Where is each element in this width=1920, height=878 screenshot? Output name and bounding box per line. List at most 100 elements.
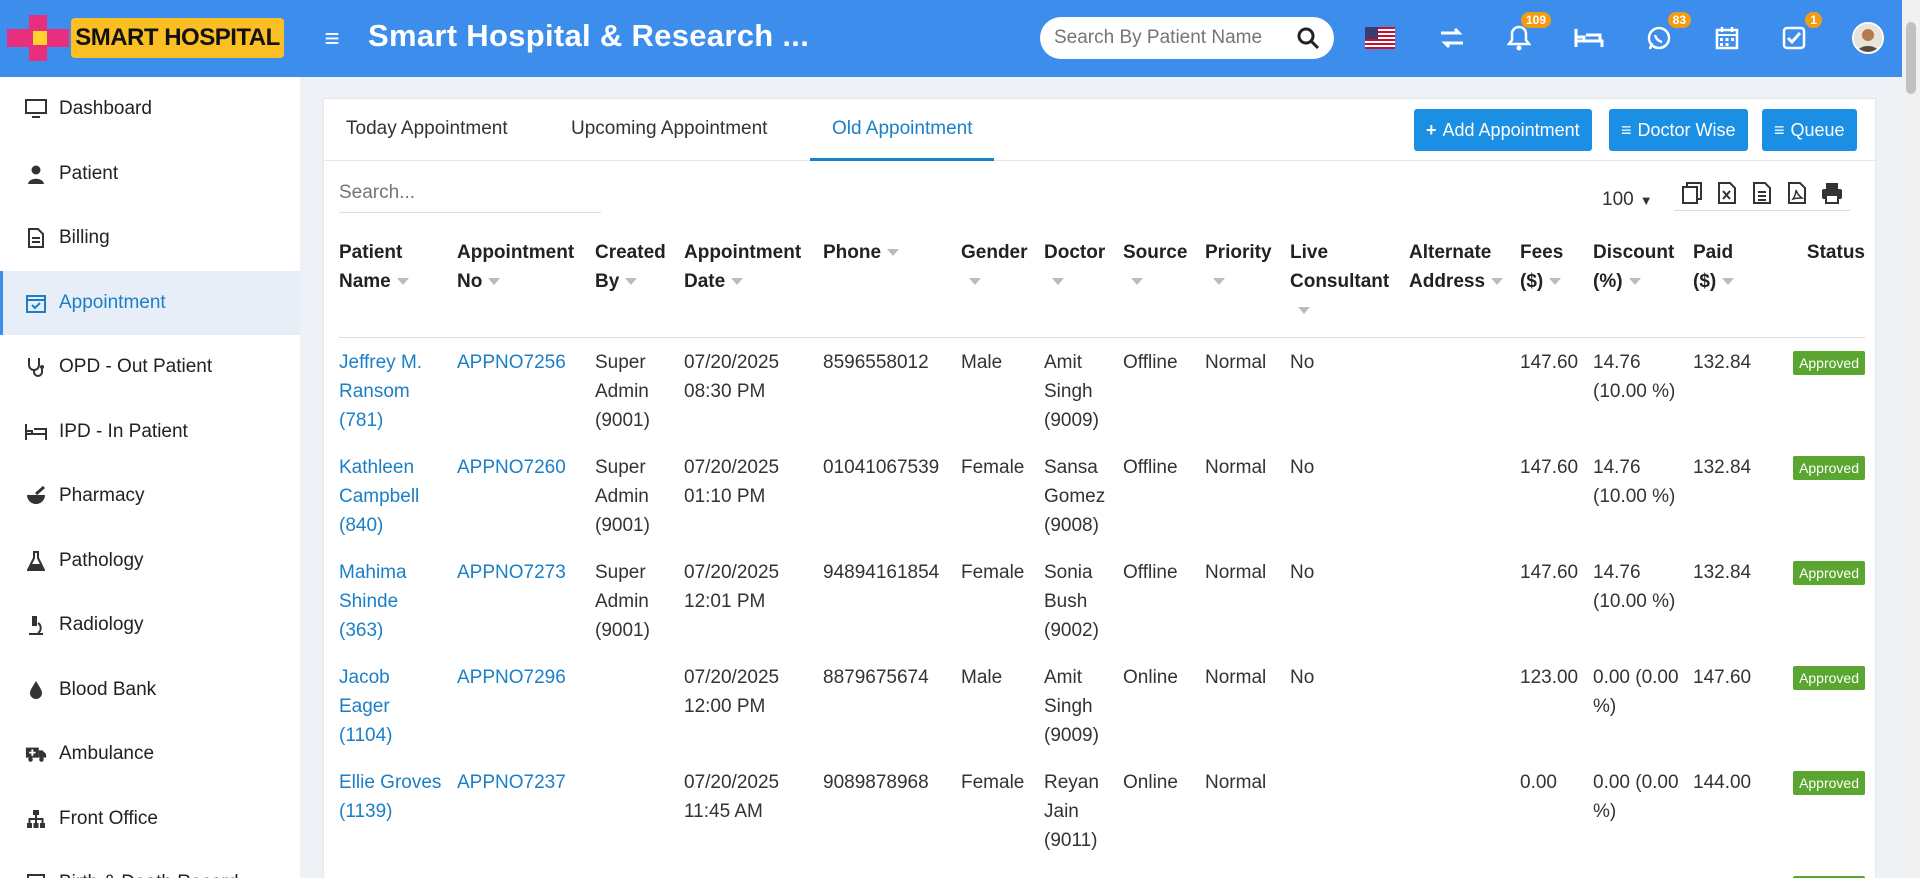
sidebar-item-label: IPD - In Patient [59,420,188,442]
cell-patient-name[interactable]: Mahima Shinde (363) [339,548,457,653]
col-created-by[interactable]: Created By [595,232,684,338]
bell-icon[interactable]: 109 [1503,12,1551,54]
us-flag-icon[interactable] [1364,22,1396,54]
col-status[interactable]: Status [1771,232,1865,338]
sidebar-item-dashboard[interactable]: Dashboard [0,77,300,142]
sidebar-item-pathology[interactable]: Pathology [0,529,300,594]
cell-source: Offline [1123,863,1205,878]
bed-icon[interactable] [1573,22,1605,54]
copy-icon[interactable] [1680,181,1704,205]
user-avatar[interactable] [1852,22,1884,54]
col-source[interactable]: Source [1123,232,1205,338]
logo-text: SMART HOSPITAL [71,18,284,58]
sidebar-item-blood-bank[interactable]: Blood Bank [0,658,300,723]
col-paid[interactable]: Paid ($) [1693,232,1771,338]
tab-today-appointment[interactable]: Today Appointment [346,99,508,161]
queue-label: Queue [1790,119,1845,140]
cell-alternate-address [1409,338,1520,444]
add-appointment-button[interactable]: + Add Appointment [1414,109,1592,151]
col-phone[interactable]: Phone [823,232,961,338]
table-row[interactable]: Mahima Shinde (363) APPNO7273 Super Admin (900… [339,548,1865,653]
col-appointment-no[interactable]: Appointment No [457,232,595,338]
sidebar-item-radiology[interactable]: Radiology [0,593,300,658]
tab-old-appointment[interactable]: Old Appointment [810,99,995,161]
cell-priority: Normal [1205,772,1267,793]
task-checkbox-icon[interactable]: 1 [1778,12,1822,54]
queue-button[interactable]: ≡ Queue [1762,109,1857,151]
csv-icon[interactable] [1750,181,1774,205]
hamburger-menu-icon[interactable]: ≡ [318,24,346,52]
page-length-select[interactable]: 100 ▼ [1602,185,1670,215]
cell-alternate-address [1409,653,1520,758]
col-priority[interactable]: Priority [1205,232,1290,338]
cell-patient-name[interactable]: Jeffrey M. Ransom (781) [339,338,457,444]
sidebar-item-appointment[interactable]: Appointment [0,270,300,335]
cell-patient-name[interactable]: Jacob Eager (1104) [339,653,457,758]
print-icon[interactable] [1820,181,1844,205]
cell-appointment-date: 07/20/2025 12:00 PM [684,667,780,717]
cell-doctor: Sansa Gomez (9008) [1044,457,1106,536]
patient-search-box [1040,17,1334,59]
sidebar-item-opd-out-patient[interactable]: OPD - Out Patient [0,335,300,400]
sort-icon [488,278,501,286]
col-doctor[interactable]: Doctor [1044,232,1123,338]
sort-icon [625,278,638,286]
sidebar-item-front-office[interactable]: Front Office [0,787,300,852]
file-icon [25,227,47,249]
cell-discount: 14.76 (10.00 %) [1593,457,1676,507]
excel-icon[interactable] [1715,181,1739,205]
table-row[interactable]: Kathleen Campbell (840) APPNO7260 Super Admin… [339,443,1865,548]
cell-appointment-no[interactable]: APPNO7273 [457,548,595,653]
search-icon[interactable] [1296,26,1320,50]
cell-patient-name[interactable]: Kathleen Campbell (840) [339,443,457,548]
col-live-consultant[interactable]: Live Consultant [1290,232,1409,338]
cell-appointment-no[interactable]: APPNO7260 [457,443,595,548]
whatsapp-icon[interactable]: 83 [1643,12,1691,54]
calendar-icon[interactable] [1711,22,1743,54]
sidebar-item-birth-death-record[interactable]: Birth & Death Record [0,851,300,878]
table-search-input[interactable] [339,175,601,211]
sidebar-item-pharmacy[interactable]: Pharmacy [0,464,300,529]
table-row[interactable]: Ellie Groves (1139) APPNO7237 07/20/2025 11:… [339,758,1865,863]
appointment-card: Today Appointment Upcoming Appointment O… [323,98,1877,878]
page-scrollbar[interactable] [1902,0,1920,878]
sidebar-item-label: Dashboard [59,98,152,120]
table-row[interactable]: Jacob Eager (1104) APPNO7296 07/20/2025 12:00… [339,653,1865,758]
switch-arrows-icon[interactable] [1436,22,1468,54]
sidebar-item-billing[interactable]: Billing [0,206,300,271]
doctor-wise-button[interactable]: ≡ Doctor Wise [1609,109,1748,151]
sidebar-item-label: Appointment [59,291,166,313]
patient-search-input[interactable] [1054,27,1296,49]
calendar-check-icon [25,292,47,314]
sidebar-item-ipd-in-patient[interactable]: IPD - In Patient [0,400,300,465]
sidebar-item-patient[interactable]: Patient [0,142,300,207]
cell-doctor: Reyan Jain (9011) [1044,772,1099,851]
col-gender[interactable]: Gender [961,232,1044,338]
cell-appointment-no[interactable]: APPNO7259 [457,863,595,878]
status-badge: Approved [1793,561,1865,585]
cell-patient-name[interactable]: Stuart [339,863,457,878]
cell-doctor: Reyan [1044,863,1123,878]
cell-appointment-no[interactable]: APPNO7296 [457,653,595,758]
col-fees[interactable]: Fees ($) [1520,232,1593,338]
col-patient-name[interactable]: Patient Name [339,232,457,338]
tab-upcoming-appointment[interactable]: Upcoming Appointment [571,99,767,161]
table-row[interactable]: Jeffrey M. Ransom (781) APPNO7256 Super Admin… [339,338,1865,444]
cell-patient-name[interactable]: Ellie Groves (1139) [339,758,457,863]
bed-icon [25,421,47,443]
app-logo[interactable]: SMART HOSPITAL [7,15,284,61]
sidebar-item-ambulance[interactable]: Ambulance [0,722,300,787]
cell-appointment-no[interactable]: APPNO7256 [457,338,595,444]
cell-live-consultant: No [1290,457,1315,478]
col-appointment-date[interactable]: Appointment Date [684,232,823,338]
col-alternate-address[interactable]: Alternate Address [1409,232,1520,338]
cell-gender: Male [961,352,1003,373]
sort-icon [396,278,409,286]
cell-appointment-no[interactable]: APPNO7237 [457,758,595,863]
pdf-icon[interactable] [1785,181,1809,205]
cell-phone: 8596558012 [823,352,929,373]
cell-status: Approved [1771,548,1865,653]
col-discount[interactable]: Discount (%) [1593,232,1693,338]
table-row[interactable]: StuartAPPNO7259Super07/20/202587969078Ma… [339,863,1865,878]
scrollbar-thumb[interactable] [1906,22,1916,94]
